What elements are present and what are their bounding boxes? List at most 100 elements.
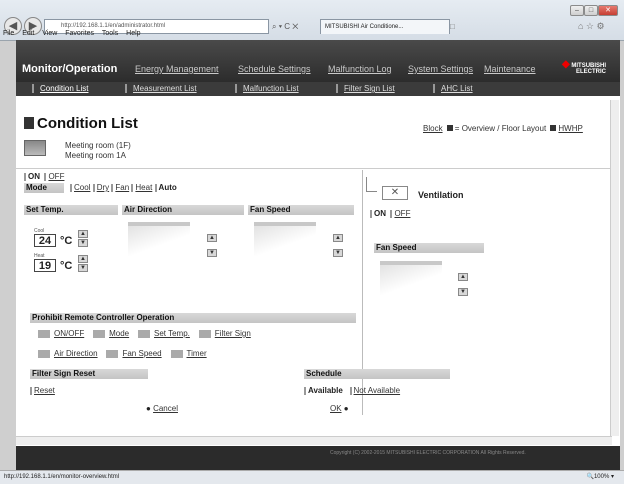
cancel-label[interactable]: Cancel: [153, 404, 178, 413]
group-names: Meeting room (1F) Meeting room 1A: [65, 141, 131, 161]
prohibit-onoff[interactable]: ON/OFF: [54, 329, 84, 338]
air-direction-graphic: [128, 222, 190, 256]
schedule-label: Schedule: [304, 369, 450, 379]
zoom-level[interactable]: 🔍100% ▾: [586, 471, 614, 484]
nav-system-settings[interactable]: System Settings: [408, 64, 473, 74]
ventilation-label: Ventilation: [418, 190, 464, 200]
subnav-condition-list[interactable]: Condition List: [32, 84, 88, 93]
prohibit-air-direction[interactable]: Air Direction: [54, 349, 98, 358]
menu-favorites[interactable]: Favorites: [65, 30, 94, 37]
prohibit-row-1: ON/OFF Mode Set Temp. Filter Sign: [38, 329, 251, 338]
fan-speed-down-icon[interactable]: ▼: [333, 249, 343, 257]
heat-temp-value: 19: [34, 259, 56, 272]
copyright-text: Copyright (C) 2002-2015 MITSUBISHI ELECT…: [330, 450, 526, 456]
hwhp-link[interactable]: HWHP: [558, 124, 582, 133]
checkbox-icon[interactable]: [106, 349, 119, 358]
page-title: Condition List: [37, 115, 138, 132]
checkbox-icon[interactable]: [38, 329, 50, 338]
view-links: Block = Overview / Floor Layout HWHP: [423, 124, 583, 133]
nav-maintenance[interactable]: Maintenance: [484, 64, 536, 74]
horizontal-scrollbar[interactable]: [16, 436, 612, 445]
off-button[interactable]: OFF: [48, 172, 64, 181]
new-tab-button[interactable]: □: [450, 22, 455, 31]
ventilation-fan-up-icon[interactable]: ▲: [458, 273, 468, 281]
ventilation-fan-speed-label: Fan Speed: [374, 243, 484, 253]
checkbox-icon[interactable]: [38, 349, 50, 358]
ventilation-bracket: [366, 177, 377, 192]
browser-tab[interactable]: MITSUBISHI Air Conditione...: [320, 19, 450, 34]
heat-temp-up-icon[interactable]: ▲: [78, 255, 88, 263]
prohibit-timer[interactable]: Timer: [187, 349, 207, 358]
mode-auto[interactable]: Auto: [159, 183, 177, 192]
subnav-filter-sign-list[interactable]: Filter Sign List: [336, 84, 395, 93]
address-controls[interactable]: ⌕ ▾ C ✕: [272, 19, 318, 34]
divider: [16, 168, 612, 169]
menu-file[interactable]: File: [3, 30, 14, 37]
mode-dry[interactable]: Dry: [97, 183, 109, 192]
ventilation-on-button[interactable]: ON: [374, 209, 386, 218]
prohibit-row-2: Air Direction Fan Speed Timer: [38, 349, 207, 358]
fan-speed-label: Fan Speed: [248, 205, 354, 215]
filter-sign-reset-label: Filter Sign Reset: [30, 369, 148, 379]
onoff-row: ON OFF: [24, 172, 64, 181]
mode-heat[interactable]: Heat: [135, 183, 152, 192]
schedule-not-available[interactable]: Not Available: [354, 386, 401, 395]
mode-fan[interactable]: Fan: [115, 183, 129, 192]
ok-label[interactable]: OK: [330, 404, 342, 413]
checkbox-icon[interactable]: [198, 329, 211, 338]
menu-bar: File Edit View Favorites Tools Help: [3, 30, 147, 37]
overview-link[interactable]: = Overview / Floor Layout: [455, 124, 546, 133]
menu-view[interactable]: View: [42, 30, 57, 37]
air-direction-up-icon[interactable]: ▲: [207, 234, 217, 242]
subnav-measurement-list[interactable]: Measurement List: [125, 84, 197, 93]
subnav-ahc-list[interactable]: AHC List: [433, 84, 473, 93]
menu-edit[interactable]: Edit: [22, 30, 34, 37]
mode-label: Mode: [24, 183, 64, 193]
cancel-button[interactable]: ● Cancel: [146, 404, 178, 413]
title-marker: [24, 117, 34, 129]
checkbox-icon[interactable]: [93, 329, 106, 338]
nav-title[interactable]: Monitor/Operation: [22, 63, 117, 75]
heat-temp-unit: °C: [60, 260, 73, 272]
air-direction-down-icon[interactable]: ▼: [207, 249, 217, 257]
square-icon: [550, 125, 557, 131]
prohibit-fan-speed[interactable]: Fan Speed: [122, 349, 161, 358]
subnav-malfunction-list[interactable]: Malfunction List: [235, 84, 299, 93]
air-direction-label: Air Direction: [122, 205, 244, 215]
minimize-icon[interactable]: –: [570, 5, 584, 16]
close-icon[interactable]: ✕: [598, 5, 618, 16]
set-temp-label: Set Temp.: [24, 205, 118, 215]
maximize-icon[interactable]: □: [584, 5, 598, 16]
schedule-available[interactable]: Available: [308, 386, 343, 395]
ventilation-off-button[interactable]: OFF: [394, 209, 410, 218]
footer: [16, 446, 620, 470]
cool-temp-up-icon[interactable]: ▲: [78, 230, 88, 238]
mode-cool[interactable]: Cool: [74, 183, 90, 192]
nav-malfunction-log[interactable]: Malfunction Log: [328, 64, 392, 74]
heat-temp-down-icon[interactable]: ▼: [78, 264, 88, 272]
prohibit-mode[interactable]: Mode: [109, 329, 129, 338]
filter-reset-button[interactable]: Reset: [34, 386, 55, 395]
ventilation-onoff: ON OFF: [370, 209, 410, 218]
menu-help[interactable]: Help: [126, 30, 140, 37]
group-name: Meeting room 1A: [65, 151, 126, 160]
menu-tools[interactable]: Tools: [102, 30, 118, 37]
cool-temp-unit: °C: [60, 235, 73, 247]
ventilation-fan-down-icon[interactable]: ▼: [458, 288, 468, 296]
checkbox-icon[interactable]: [138, 329, 151, 338]
prohibit-filter-sign[interactable]: Filter Sign: [215, 329, 251, 338]
indoor-unit-icon: [24, 140, 46, 156]
cool-temp-down-icon[interactable]: ▼: [78, 239, 88, 247]
home-icon[interactable]: ⌂ ☆ ⚙: [578, 21, 605, 32]
block-link[interactable]: Block: [423, 124, 443, 133]
nav-schedule-settings[interactable]: Schedule Settings: [238, 64, 311, 74]
prohibit-set-temp[interactable]: Set Temp.: [154, 329, 190, 338]
mitsubishi-logo: ◆ MITSUBISHI ELECTRIC: [562, 59, 607, 76]
on-button[interactable]: ON: [28, 172, 40, 181]
checkbox-icon[interactable]: [170, 349, 183, 358]
fan-speed-up-icon[interactable]: ▲: [333, 234, 343, 242]
vertical-scrollbar[interactable]: [610, 100, 619, 436]
ok-button[interactable]: OK ●: [330, 404, 349, 413]
nav-energy-management[interactable]: Energy Management: [135, 64, 219, 74]
fan-speed-graphic: [254, 222, 316, 256]
